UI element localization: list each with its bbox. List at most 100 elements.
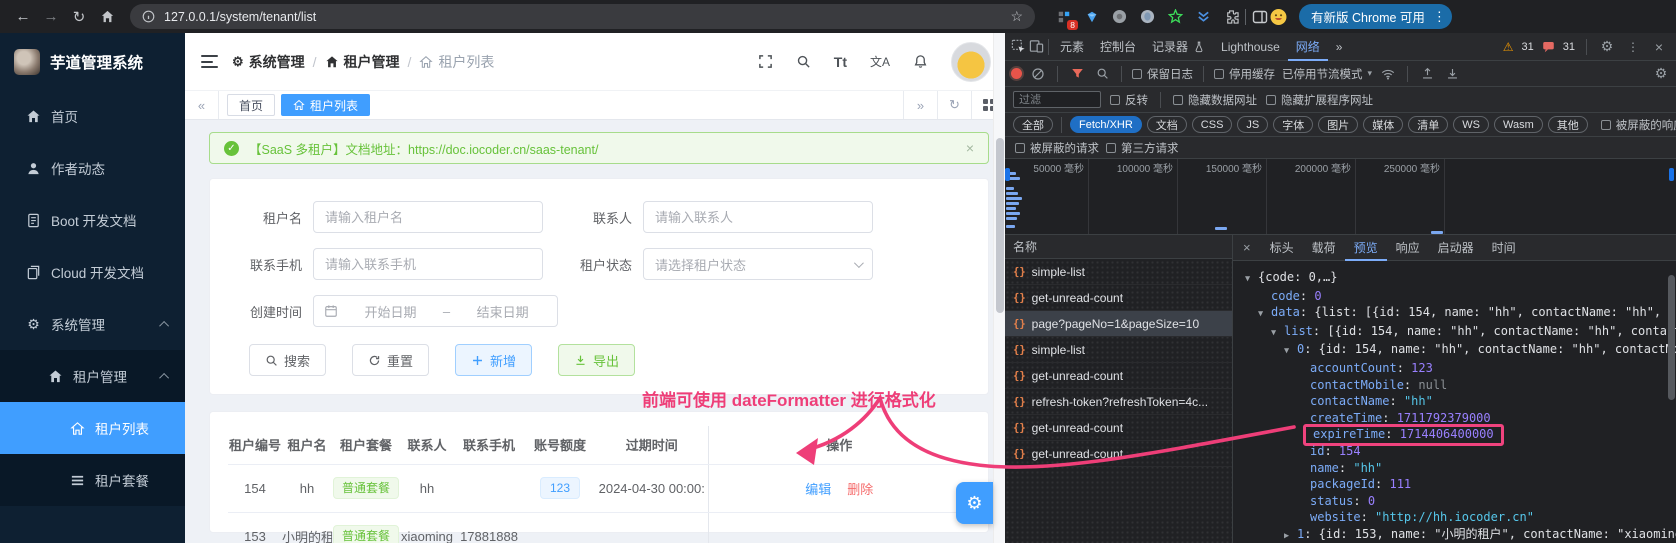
export-har-icon[interactable] [1443,63,1461,85]
json-line[interactable]: ▼0: {id: 154, name: "hh", contactName: "… [1284,341,1676,360]
font-size-icon[interactable]: Tt [834,54,847,70]
detail-tab-载荷[interactable]: 载荷 [1303,235,1345,261]
text-input[interactable] [313,201,543,233]
network-search-icon[interactable] [1093,63,1111,85]
preview-scrollbar-thumb[interactable] [1668,275,1675,400]
request-row[interactable]: {}get-unread-count [1005,415,1232,441]
expand-arrow-icon[interactable]: ▼ [1258,306,1271,323]
warning-icon[interactable]: ⚠ [1503,40,1514,54]
breadcrumb-item[interactable]: ⚙系统管理 [232,52,305,72]
expand-arrow-icon[interactable]: ▼ [1284,343,1297,360]
sidebar-item[interactable]: 租户管理 [0,350,185,402]
network-overview-timeline[interactable]: 50000 毫秒100000 毫秒150000 毫秒200000 毫秒25000… [1005,159,1676,235]
json-line[interactable]: code: 0 [1258,288,1676,305]
device-toolbar-icon[interactable] [1027,36,1045,58]
json-line[interactable]: website: "http://hh.iocoder.cn" [1297,509,1676,526]
request-row[interactable]: {}simple-list [1005,337,1232,363]
filter-chip[interactable]: WS [1453,116,1489,133]
json-line[interactable]: packageId: 111 [1297,476,1676,493]
tab-item[interactable]: 首页 [227,94,275,116]
collapse-arrow-icon[interactable]: ▶ [1284,528,1297,543]
record-network-icon[interactable] [1011,68,1022,79]
blocked-requests-checkbox[interactable]: 被屏蔽的请求 [1015,140,1099,156]
sidebar-item[interactable]: 首页 [0,90,185,142]
disable-cache-checkbox[interactable]: 停用缓存 [1214,66,1275,82]
add-button[interactable]: 新增 [455,344,532,376]
json-line[interactable]: ▼{code: 0,…} [1245,269,1676,288]
detail-tab-响应[interactable]: 响应 [1387,235,1429,261]
site-info-icon[interactable] [142,10,155,23]
clear-network-icon[interactable] [1029,63,1047,85]
filter-chip[interactable]: JS [1237,116,1268,133]
detail-tab-启动器[interactable]: 启动器 [1429,235,1483,261]
filter-chip[interactable]: 图片 [1318,116,1358,133]
language-icon[interactable]: 文A [870,53,890,70]
network-conditions-icon[interactable] [1379,63,1397,85]
devtools-menu-icon[interactable]: ⋮ [1624,36,1642,58]
filter-chip[interactable]: 全部 [1013,116,1053,133]
json-line[interactable]: name: "hh" [1297,460,1676,477]
json-line[interactable]: expireTime: 1714406400000 [1297,426,1676,443]
request-row[interactable]: {}simple-list [1005,259,1232,285]
search-button[interactable]: 搜索 [249,344,326,376]
filter-chip[interactable]: 文档 [1147,116,1187,133]
filter-chip[interactable]: 清单 [1408,116,1448,133]
expand-arrow-icon[interactable]: ▼ [1245,271,1258,288]
detail-tab-标头[interactable]: 标头 [1261,235,1303,261]
daterange-input[interactable]: 开始日期–结束日期 [313,295,558,327]
extension-icon-chevrons[interactable] [1195,8,1212,25]
bookmark-star-icon[interactable]: ☆ [1010,8,1023,25]
alert-close-icon[interactable]: × [966,140,974,156]
side-panel-icon[interactable] [1251,8,1268,25]
breadcrumb-item[interactable]: 租户列表 [419,52,494,72]
delete-link[interactable]: 删除 [847,482,873,497]
devtools-close-icon[interactable]: × [1650,36,1668,58]
detail-close-icon[interactable]: × [1233,240,1261,255]
edit-link[interactable]: 编辑 [805,482,831,497]
browser-reload-icon[interactable]: ↻ [66,5,92,29]
page-scrollbar[interactable] [993,33,1005,543]
reset-button[interactable]: 重置 [352,344,429,376]
inspect-element-icon[interactable] [1009,36,1027,58]
browser-forward-icon[interactable]: → [38,5,64,29]
import-har-icon[interactable] [1418,63,1436,85]
hide-extension-urls-checkbox[interactable]: 隐藏扩展程序网址 [1266,92,1373,108]
sidebar-item[interactable]: Boot 开发文档 [0,194,185,246]
filter-chip[interactable]: 字体 [1273,116,1313,133]
theme-settings-button[interactable]: ⚙ [956,482,993,524]
filter-chip[interactable]: CSS [1192,116,1233,133]
devtools-tab-Lighthouse[interactable]: Lighthouse [1213,33,1288,61]
network-filter-input[interactable] [1013,91,1101,108]
issues-icon[interactable] [1542,40,1555,53]
search-icon[interactable] [796,54,811,69]
filter-chip[interactable]: Fetch/XHR [1070,116,1142,133]
sidebar-item[interactable]: ⚙系统管理 [0,298,185,350]
json-preview[interactable]: ▼{code: 0,…}code: 0▼data: {list: [{id: 1… [1233,261,1676,543]
overview-handle-right[interactable] [1669,168,1674,181]
request-row[interactable]: {}get-unread-count [1005,363,1232,389]
json-line[interactable]: status: 0 [1297,493,1676,510]
preserve-log-checkbox[interactable]: 保留日志 [1132,66,1193,82]
overview-handle-left[interactable] [1005,168,1010,181]
request-list-header[interactable]: 名称 [1005,235,1232,259]
json-line[interactable]: contactMobile: null [1297,377,1676,394]
sidebar-item[interactable]: 租户套餐 [0,454,185,506]
devtools-tab-网络[interactable]: 网络 [1288,33,1328,61]
app-logo-row[interactable]: 芋道管理系统 [0,33,185,90]
json-line[interactable]: contactName: "hh" [1297,393,1676,410]
request-row[interactable]: {}refresh-token?refreshToken=4c... [1005,389,1232,415]
extension-icon-gem[interactable] [1083,8,1100,25]
tabs-scroll-left-icon[interactable]: « [185,91,219,119]
export-button[interactable]: 导出 [558,344,635,376]
text-input[interactable] [313,248,543,280]
filter-chip[interactable]: 其他 [1548,116,1588,133]
detail-tab-预览[interactable]: 预览 [1345,235,1387,261]
request-row[interactable]: {}get-unread-count [1005,285,1232,311]
expand-arrow-icon[interactable]: ▼ [1271,325,1284,342]
extension-icon-grid[interactable]: 8 [1055,8,1072,25]
chrome-update-button[interactable]: 有新版 Chrome 可用 ⋮ [1299,4,1452,29]
tabs-refresh-icon[interactable]: ↻ [937,91,971,119]
hide-data-urls-checkbox[interactable]: 隐藏数据网址 [1173,92,1257,108]
tab-active[interactable]: 租户列表 [281,94,370,116]
scrollbar-thumb[interactable] [996,138,1004,313]
